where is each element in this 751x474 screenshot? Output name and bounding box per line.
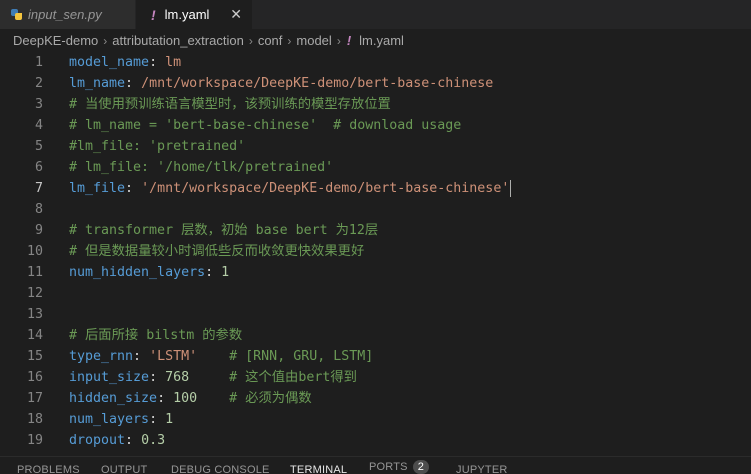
code-text: # 后面所接 bilstm 的参数 (69, 328, 243, 343)
line-number: 19 (26, 433, 43, 448)
line-number: 9 (34, 223, 43, 238)
tab-label: lm.yaml (164, 7, 210, 22)
tab-problems[interactable]: PROBLEMS (17, 463, 80, 474)
line-number: 16 (26, 370, 43, 385)
code-text: lm_name: /mnt/workspace/DeepKE-demo/bert… (69, 76, 494, 91)
code-text: # lm_file: '/home/tlk/pretrained' (69, 160, 334, 175)
line-number: 15 (26, 349, 43, 364)
breadcrumb: DeepKE-demo › attributation_extraction ›… (0, 29, 751, 52)
line-number: 8 (34, 202, 43, 217)
code-text: input_size: 768 # 这个值由bert得到 (69, 370, 357, 385)
breadcrumb-item-conf[interactable]: conf (258, 33, 283, 48)
line-number: 18 (26, 412, 43, 427)
code-line[interactable]: 6 # lm_file: '/home/tlk/pretrained' (0, 157, 751, 178)
python-file-icon (11, 9, 22, 20)
code-text: # transformer 层数，初始 base bert 为12层 (69, 223, 379, 238)
code-line[interactable]: 14 # 后面所接 bilstm 的参数 (0, 325, 751, 346)
code-line[interactable]: 12 (0, 283, 751, 304)
code-line[interactable]: 3 # 当使用预训练语言模型时，该预训练的模型存放位置 (0, 94, 751, 115)
yaml-file-icon: ! (346, 33, 352, 48)
code-text: # 当使用预训练语言模型时，该预训练的模型存放位置 (69, 97, 391, 112)
chevron-right-icon: › (103, 33, 108, 48)
line-number: 17 (26, 391, 43, 406)
editor-window: input_sen.py ! lm.yaml ✕ DeepKE-demo › a… (0, 0, 751, 474)
code-line[interactable]: 2 lm_name: /mnt/workspace/DeepKE-demo/ber… (0, 73, 751, 94)
close-icon[interactable]: ✕ (230, 6, 242, 23)
code-text: # lm_name = 'bert-base-chinese' # downlo… (69, 118, 462, 133)
line-number: 11 (26, 265, 43, 280)
line-number: 6 (34, 160, 43, 175)
code-line[interactable]: 4 # lm_name = 'bert-base-chinese' # downl… (0, 115, 751, 136)
code-text: model_name: lm (69, 55, 182, 70)
code-line[interactable]: 11 num_hidden_layers: 1 (0, 262, 751, 283)
code-text: num_hidden_layers: 1 (69, 265, 230, 280)
line-number: 10 (26, 244, 43, 259)
code-line[interactable]: 13 (0, 304, 751, 325)
code-line[interactable]: 19 dropout: 0.3 (0, 430, 751, 451)
line-number: 14 (26, 328, 43, 343)
code-line[interactable]: 15 type_rnn: 'LSTM' # [RNN, GRU, LSTM] (0, 346, 751, 367)
tab-input-sen-py[interactable]: input_sen.py (0, 0, 136, 29)
code-text: dropout: 0.3 (69, 433, 166, 448)
code-line[interactable]: 8 (0, 199, 751, 220)
breadcrumb-item-file[interactable]: lm.yaml (359, 33, 404, 48)
code-line[interactable]: 17 hidden_size: 100 # 必须为偶数 (0, 388, 751, 409)
tab-label: input_sen.py (28, 7, 102, 22)
breadcrumb-item-attributation-extraction[interactable]: attributation_extraction (112, 33, 244, 48)
text-cursor (510, 179, 512, 197)
tab-lm-yaml[interactable]: ! lm.yaml ✕ (136, 0, 253, 29)
code-line[interactable]: 16 input_size: 768 # 这个值由bert得到 (0, 367, 751, 388)
code-line[interactable]: 9 # transformer 层数，初始 base bert 为12层 (0, 220, 751, 241)
code-line[interactable]: 5 #lm_file: 'pretrained' (0, 136, 751, 157)
line-number: 13 (26, 307, 43, 322)
code-text: num_layers: 1 (69, 412, 174, 427)
code-text: hidden_size: 100 # 必须为偶数 (69, 391, 312, 406)
breadcrumb-item-model[interactable]: model (296, 33, 331, 48)
tab-terminal[interactable]: TERMINAL (290, 463, 347, 474)
line-number: 7 (34, 181, 43, 196)
code-line[interactable]: 18 num_layers: 1 (0, 409, 751, 430)
code-text: # 但是数据量较小时调低些反而收敛更快效果更好 (69, 244, 365, 259)
editor-tab-bar: input_sen.py ! lm.yaml ✕ (0, 0, 751, 29)
tab-output[interactable]: OUTPUT (101, 463, 147, 474)
line-number: 1 (34, 55, 43, 70)
chevron-right-icon: › (248, 33, 253, 48)
code-editor[interactable]: 1 model_name: lm 2 lm_name: /mnt/workspace/… (0, 52, 751, 456)
line-number: 2 (34, 76, 43, 91)
line-number: 3 (34, 97, 43, 112)
code-text: type_rnn: 'LSTM' # [RNN, GRU, LSTM] (69, 349, 374, 364)
tab-bar-empty-area (253, 0, 751, 29)
yaml-file-icon: ! (151, 6, 156, 23)
line-number: 12 (26, 286, 43, 301)
tab-jupyter[interactable]: JUPYTER (456, 463, 508, 474)
code-line[interactable]: 7 lm_file: '/mnt/workspace/DeepKE-demo/be… (0, 178, 751, 199)
panel-tab-bar: PROBLEMS OUTPUT DEBUG CONSOLE TERMINAL P… (0, 456, 751, 474)
chevron-right-icon: › (287, 33, 292, 48)
line-number: 5 (34, 139, 43, 154)
line-number: 4 (34, 118, 43, 133)
tab-ports[interactable]: PORTS 2 (369, 460, 430, 474)
chevron-right-icon: › (336, 33, 341, 48)
breadcrumb-item-deepke-demo[interactable]: DeepKE-demo (13, 33, 98, 48)
tab-ports-label: PORTS (369, 461, 408, 473)
code-line[interactable]: 10 # 但是数据量较小时调低些反而收敛更快效果更好 (0, 241, 751, 262)
code-line[interactable]: 1 model_name: lm (0, 52, 751, 73)
code-text: #lm_file: 'pretrained' (69, 139, 246, 154)
code-text: lm_file: '/mnt/workspace/DeepKE-demo/ber… (69, 179, 512, 197)
tab-debug-console[interactable]: DEBUG CONSOLE (171, 463, 270, 474)
ports-count-badge: 2 (412, 460, 430, 474)
